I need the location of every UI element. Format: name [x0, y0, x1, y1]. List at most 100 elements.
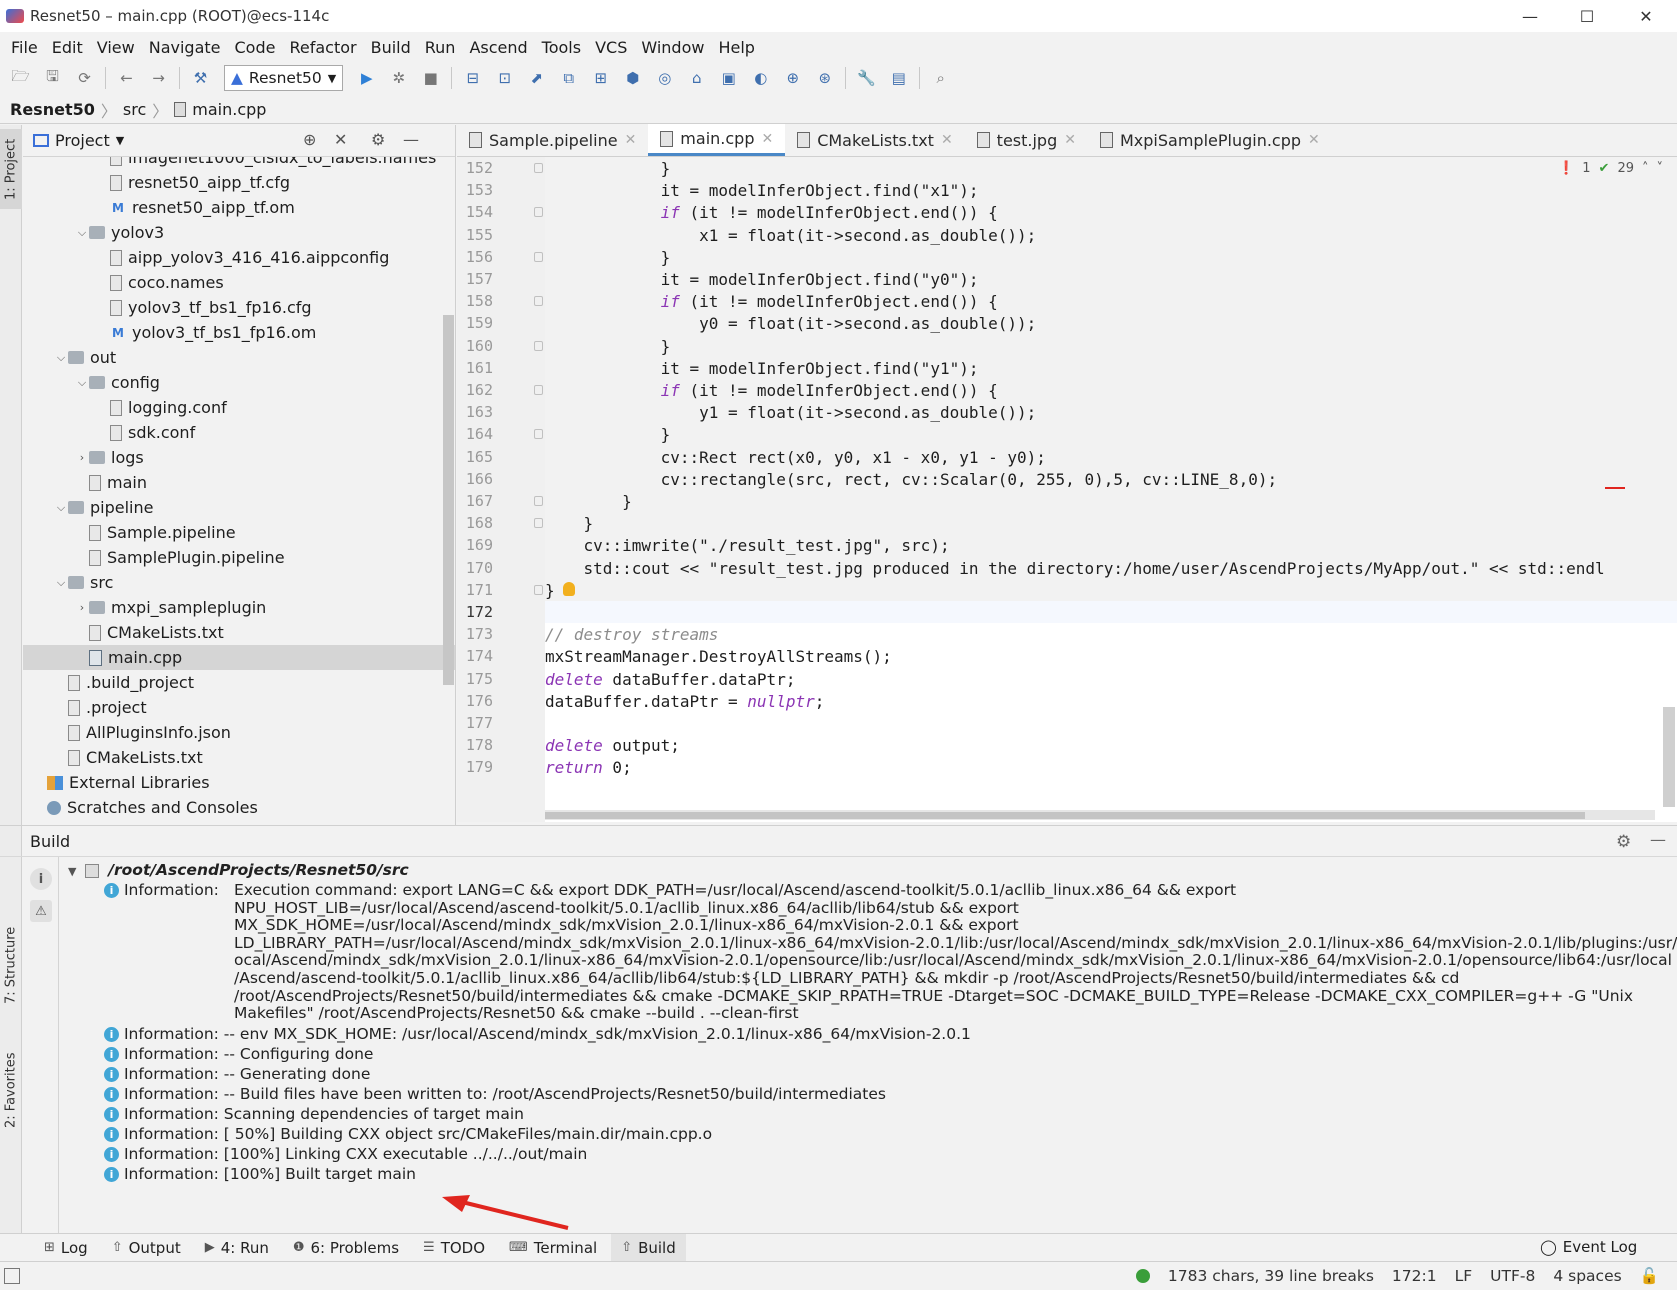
- run-icon[interactable]: ▶: [352, 65, 381, 91]
- fold-marker-icon[interactable]: [534, 429, 543, 439]
- ascend-tool-4-icon[interactable]: ⧉: [554, 65, 583, 91]
- status-line-ending[interactable]: LF: [1455, 1267, 1473, 1285]
- tree-item[interactable]: ⌵ config: [23, 370, 455, 395]
- code-line[interactable]: mxStreamManager.DestroyAllStreams();: [545, 645, 1677, 669]
- error-stripe-marker[interactable]: [1605, 487, 1625, 489]
- code-line[interactable]: }: [545, 490, 632, 514]
- tab-project[interactable]: 1: Project: [0, 129, 22, 209]
- tool-tab-output[interactable]: ⇧ Output: [102, 1234, 191, 1262]
- ascend-tool-7-icon[interactable]: ◎: [650, 65, 679, 91]
- close-tab-icon[interactable]: ✕: [625, 132, 637, 148]
- fold-marker-icon[interactable]: [534, 385, 543, 395]
- code-line[interactable]: }: [545, 423, 671, 447]
- tree-item[interactable]: Sample.pipeline: [23, 520, 455, 545]
- code-line[interactable]: return 0;: [545, 756, 1677, 780]
- info-filter-icon[interactable]: i: [30, 868, 52, 890]
- tree-item[interactable]: CMakeLists.txt: [23, 745, 455, 770]
- code-line[interactable]: x1 = float(it->second.as_double());: [545, 224, 1036, 248]
- back-icon[interactable]: ←: [112, 65, 141, 91]
- menu-item-vcs[interactable]: VCS: [588, 38, 634, 57]
- chevron-up-icon[interactable]: ˄: [1642, 161, 1649, 176]
- locate-icon[interactable]: ⊕: [303, 130, 316, 149]
- tree-item[interactable]: CMakeLists.txt: [23, 620, 455, 645]
- tree-item[interactable]: ⌵ yolov3: [23, 220, 455, 245]
- close-tab-icon[interactable]: ✕: [1064, 132, 1076, 148]
- tree-item[interactable]: › mxpi_sampleplugin: [23, 595, 455, 620]
- menu-item-navigate[interactable]: Navigate: [142, 38, 228, 57]
- tool-tab-todo[interactable]: ☰ TODO: [413, 1234, 495, 1262]
- ascend-tool-12-icon[interactable]: ⊛: [810, 65, 839, 91]
- tree-item[interactable]: aipp_yolov3_416_416.aippconfig: [23, 245, 455, 270]
- tree-item[interactable]: sdk.conf: [23, 420, 455, 445]
- tree-item[interactable]: main: [23, 470, 455, 495]
- tree-item[interactable]: AllPluginsInfo.json: [23, 720, 455, 745]
- code-line[interactable]: it = modelInferObject.find("x1");: [545, 179, 979, 203]
- tree-item[interactable]: main.cpp: [23, 645, 455, 670]
- tree-item[interactable]: yolov3_tf_bs1_fp16.cfg: [23, 295, 455, 320]
- run-configuration-select[interactable]: ▲ Resnet50 ▼: [224, 65, 344, 91]
- code-line[interactable]: if (it != modelInferObject.end()) {: [545, 290, 998, 314]
- build-message[interactable]: i Information:: [104, 881, 219, 899]
- code-line[interactable]: // destroy streams: [545, 623, 1677, 647]
- code-line[interactable]: y1 = float(it->second.as_double());: [545, 401, 1036, 425]
- breadcrumb-folder[interactable]: src: [123, 100, 146, 119]
- chevron-down-icon[interactable]: ⌵: [75, 226, 89, 240]
- tree-item[interactable]: › logs: [23, 445, 455, 470]
- tab-favorites[interactable]: 2: Favorites: [0, 1040, 22, 1140]
- menu-item-code[interactable]: Code: [228, 38, 283, 57]
- code-line[interactable]: }: [545, 335, 671, 359]
- maximize-button[interactable]: ☐: [1572, 4, 1602, 28]
- code-line[interactable]: y0 = float(it->second.as_double());: [545, 312, 1036, 336]
- menu-item-run[interactable]: Run: [418, 38, 463, 57]
- menu-item-help[interactable]: Help: [711, 38, 761, 57]
- editor-tab[interactable]: main.cpp ✕: [648, 124, 786, 156]
- tree-item[interactable]: Mresnet50_aipp_tf.om: [23, 195, 455, 220]
- stop-icon[interactable]: ■: [416, 65, 445, 91]
- code-editor[interactable]: } it = modelInferObject.find("x1"); if (…: [545, 157, 1677, 822]
- code-line[interactable]: if (it != modelInferObject.end()) {: [545, 379, 998, 403]
- settings-wrench-icon[interactable]: 🔧: [852, 65, 881, 91]
- menu-item-tools[interactable]: Tools: [535, 38, 588, 57]
- hide-icon[interactable]: —: [403, 130, 419, 149]
- tree-item[interactable]: External Libraries: [23, 770, 455, 795]
- close-tab-icon[interactable]: ✕: [761, 131, 773, 147]
- project-structure-icon[interactable]: ▤: [884, 65, 913, 91]
- ascend-tool-1-icon[interactable]: ⊟: [458, 65, 487, 91]
- tree-item[interactable]: ⌵ out: [23, 345, 455, 370]
- build-message[interactable]: i Information: [ 50%] Building CXX objec…: [104, 1125, 712, 1143]
- status-encoding[interactable]: UTF-8: [1490, 1267, 1535, 1285]
- breadcrumb-project[interactable]: Resnet50: [10, 100, 95, 119]
- open-folder-icon[interactable]: 🗁: [6, 65, 35, 91]
- menu-item-view[interactable]: View: [90, 38, 142, 57]
- tool-tab-terminal[interactable]: ⌨ Terminal: [499, 1234, 607, 1262]
- code-line[interactable]: [545, 601, 1677, 625]
- ascend-tool-2-icon[interactable]: ⊡: [490, 65, 519, 91]
- editor-vertical-scrollbar[interactable]: [1663, 707, 1675, 807]
- chevron-right-icon[interactable]: ›: [75, 601, 89, 614]
- tree-item[interactable]: logging.conf: [23, 395, 455, 420]
- gear-icon[interactable]: ⚙: [371, 130, 385, 149]
- fold-marker-icon[interactable]: [534, 496, 543, 506]
- tree-item[interactable]: SamplePlugin.pipeline: [23, 545, 455, 570]
- menu-item-window[interactable]: Window: [634, 38, 711, 57]
- chevron-right-icon[interactable]: ›: [75, 451, 89, 464]
- inspection-widget[interactable]: ❗ 1 ✔ 29 ˄ ˅: [1558, 161, 1663, 176]
- status-indent[interactable]: 4 spaces: [1553, 1267, 1621, 1285]
- menu-item-refactor[interactable]: Refactor: [282, 38, 363, 57]
- event-log-tab[interactable]: ◯ Event Log: [1540, 1238, 1637, 1256]
- fold-marker-icon[interactable]: [534, 585, 543, 595]
- tree-item[interactable]: ⌵ src: [23, 570, 455, 595]
- hide-icon[interactable]: —: [1650, 830, 1666, 849]
- fold-marker-icon[interactable]: [534, 518, 543, 528]
- build-message[interactable]: i Information: -- Configuring done: [104, 1045, 373, 1063]
- tree-item[interactable]: ⌵ pipeline: [23, 495, 455, 520]
- code-line[interactable]: it = modelInferObject.find("y0");: [545, 268, 979, 292]
- tree-item[interactable]: resnet50_aipp_tf.cfg: [23, 170, 455, 195]
- menu-item-file[interactable]: File: [4, 38, 45, 57]
- layout-toggle-icon[interactable]: [4, 1268, 20, 1284]
- tool-tab-run[interactable]: ▶ 4: Run: [195, 1234, 279, 1262]
- code-line[interactable]: if (it != modelInferObject.end()) {: [545, 201, 998, 225]
- build-message[interactable]: i Information: [100%] Built target main: [104, 1165, 416, 1183]
- ascend-tool-8-icon[interactable]: ⌂: [682, 65, 711, 91]
- ascend-tool-6-icon[interactable]: ⬢: [618, 65, 647, 91]
